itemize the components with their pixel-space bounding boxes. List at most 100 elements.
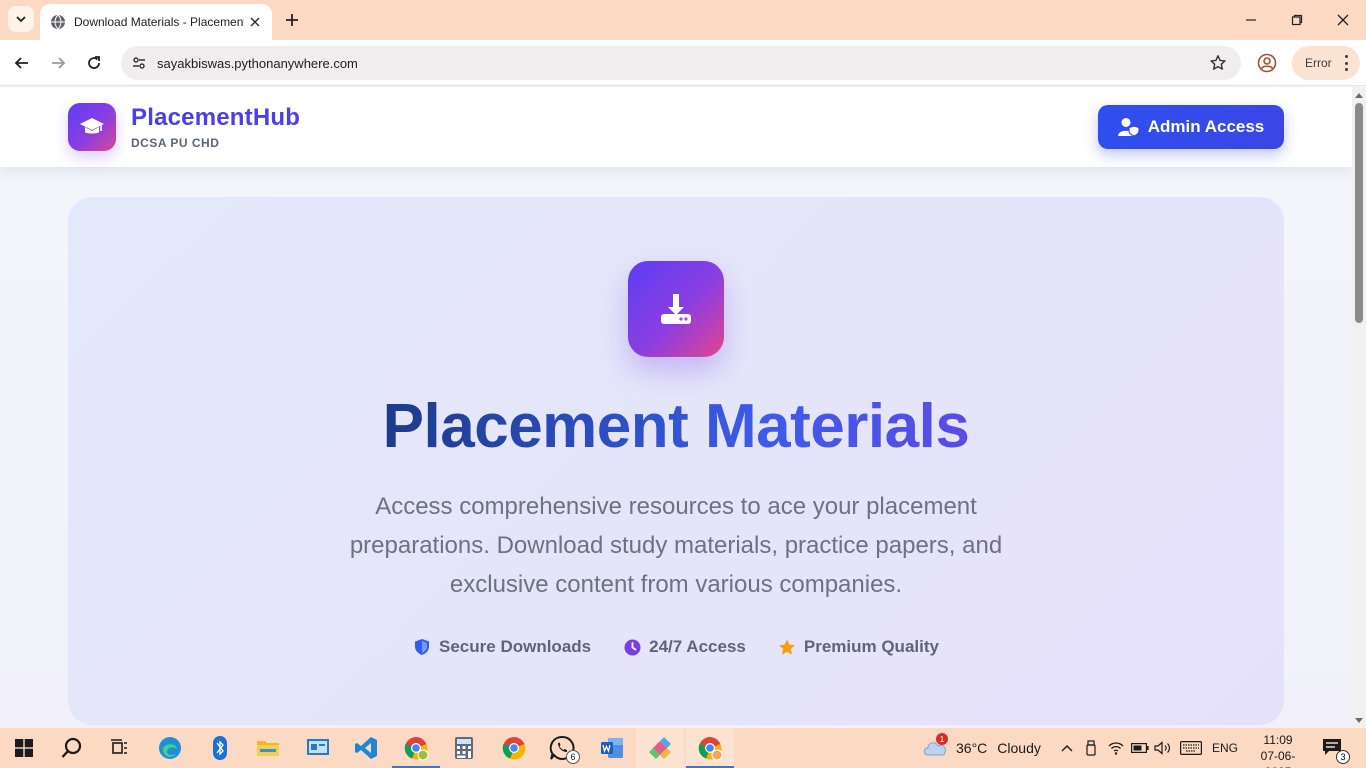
more-menu-icon[interactable] xyxy=(1344,55,1348,71)
close-icon xyxy=(1337,14,1349,26)
back-button[interactable] xyxy=(8,49,36,77)
browser-toolbar: sayakbiswas.pythonanywhere.com Error xyxy=(0,40,1366,86)
chevron-up-icon xyxy=(1061,745,1073,752)
taskbar-file-explorer[interactable] xyxy=(244,728,292,768)
reload-icon xyxy=(88,56,100,69)
keyboard-icon[interactable] xyxy=(1178,728,1204,768)
arrow-left-icon xyxy=(14,57,28,69)
clock-icon xyxy=(623,638,641,656)
page-viewport: PlacementHub DCSA PU CHD Admin Access Pl… xyxy=(0,87,1352,728)
start-button[interactable] xyxy=(0,728,48,768)
show-hidden-icons-button[interactable] xyxy=(1058,728,1076,768)
battery-icon[interactable] xyxy=(1130,728,1150,768)
feature-label: Secure Downloads xyxy=(439,637,592,656)
bluetooth-icon xyxy=(213,736,227,760)
url-text[interactable]: sayakbiswas.pythonanywhere.com xyxy=(157,56,358,71)
error-label: Error xyxy=(1305,56,1332,70)
chrome-icon xyxy=(502,737,526,760)
chrome-icon xyxy=(698,737,723,761)
taskbar-chrome-profile-2[interactable] xyxy=(686,728,734,768)
taskbar-calculator[interactable] xyxy=(440,728,488,768)
usb-tray-icon[interactable] xyxy=(1082,728,1100,768)
profile-icon[interactable] xyxy=(1256,52,1278,74)
feature-secure-downloads: Secure Downloads xyxy=(413,637,591,657)
page-title: Placement Materials xyxy=(68,391,1284,463)
feature-list: Secure Downloads 24/7 Access Premium Qua… xyxy=(68,637,1284,657)
site-settings-icon[interactable] xyxy=(129,53,149,73)
taskbar-edge[interactable] xyxy=(146,728,194,768)
user-shield-icon xyxy=(1117,117,1140,137)
taskbar-bluetooth[interactable] xyxy=(196,728,244,768)
control-panel-icon xyxy=(307,739,329,755)
brand-name[interactable]: PlacementHub xyxy=(131,104,300,132)
clock-date: 07-06-2025 xyxy=(1260,749,1296,768)
whatsapp-badge: 6 xyxy=(566,750,580,764)
volume-icon[interactable] xyxy=(1153,728,1173,768)
taskbar-vscode[interactable] xyxy=(342,728,390,768)
taskbar-whatsapp[interactable]: 6 xyxy=(538,728,586,768)
globe-icon xyxy=(50,14,66,30)
chevron-down-icon xyxy=(16,16,26,23)
word-icon xyxy=(601,738,623,758)
arrow-right-icon xyxy=(52,57,66,69)
vscode-icon xyxy=(355,737,377,759)
tab-close-icon[interactable] xyxy=(246,13,264,31)
browser-tab[interactable]: Download Materials - Placement xyxy=(40,4,272,40)
feature-label: Premium Quality xyxy=(803,637,939,656)
reload-button[interactable] xyxy=(80,49,108,77)
search-icon xyxy=(61,737,82,758)
new-tab-button[interactable] xyxy=(280,8,304,32)
input-language[interactable]: ENG xyxy=(1212,741,1238,755)
page-scrollbar[interactable] xyxy=(1352,87,1366,728)
task-view-icon xyxy=(111,739,127,754)
scrollbar-thumb[interactable] xyxy=(1355,103,1363,323)
hero-section: Placement Materials Access comprehensive… xyxy=(68,197,1284,725)
download-icon xyxy=(628,261,724,357)
close-window-button[interactable] xyxy=(1320,0,1366,40)
windows-logo-icon xyxy=(15,739,33,757)
site-header: PlacementHub DCSA PU CHD Admin Access xyxy=(0,87,1352,167)
wifi-icon[interactable] xyxy=(1106,728,1126,768)
address-bar[interactable]: sayakbiswas.pythonanywhere.com xyxy=(121,46,1241,80)
clock-time: 11:09 xyxy=(1263,733,1293,747)
graduation-cap-icon[interactable] xyxy=(68,103,116,151)
page-title-text: Placement Materials xyxy=(382,392,970,461)
hero-description: Access comprehensive resources to ace yo… xyxy=(349,493,1003,598)
forward-button[interactable] xyxy=(44,49,72,77)
taskbar-control-panel[interactable] xyxy=(294,728,342,768)
feature-label: 24/7 Access xyxy=(649,637,746,656)
tab-title: Download Materials - Placement xyxy=(74,15,244,29)
scroll-down-icon[interactable] xyxy=(1355,718,1363,723)
feature-access: 24/7 Access xyxy=(623,637,746,657)
windows-taskbar: 6 1 36°C Cloudy ENG 11:09 07-06-2025 xyxy=(0,728,1366,768)
notification-center-button[interactable]: 3 xyxy=(1322,738,1350,764)
taskbar-search-button[interactable] xyxy=(48,728,96,768)
chrome-icon xyxy=(404,737,429,761)
folder-icon xyxy=(257,741,279,756)
task-view-button[interactable] xyxy=(96,728,144,768)
restore-button[interactable] xyxy=(1274,0,1320,40)
bookmark-star-icon[interactable] xyxy=(1209,54,1227,72)
taskbar-chrome[interactable] xyxy=(490,728,538,768)
notification-count-badge: 3 xyxy=(1336,750,1350,764)
edge-icon xyxy=(159,737,181,759)
admin-access-label: Admin Access xyxy=(1147,117,1265,136)
browser-error-button[interactable]: Error xyxy=(1292,46,1360,80)
brand-subtitle: DCSA PU CHD xyxy=(131,136,220,150)
taskbar-app-tool[interactable] xyxy=(636,728,684,768)
shield-icon xyxy=(413,638,431,656)
weather-widget[interactable]: 1 36°C Cloudy xyxy=(922,728,1041,768)
star-icon xyxy=(778,638,796,656)
taskbar-chrome-profile-1[interactable] xyxy=(392,728,440,768)
taskbar-word[interactable] xyxy=(588,728,636,768)
weather-badge: 1 xyxy=(936,733,948,745)
admin-access-button[interactable]: Admin Access xyxy=(1098,105,1284,149)
scroll-up-icon[interactable] xyxy=(1355,93,1363,98)
cloud-icon: 1 xyxy=(922,733,948,759)
calculator-icon xyxy=(455,737,473,759)
tab-search-button[interactable] xyxy=(8,6,34,32)
system-clock[interactable]: 11:09 07-06-2025 xyxy=(1248,732,1308,768)
minimize-button[interactable] xyxy=(1228,0,1274,40)
weather-temperature: 36°C xyxy=(956,740,988,756)
minimize-icon xyxy=(1246,19,1256,21)
